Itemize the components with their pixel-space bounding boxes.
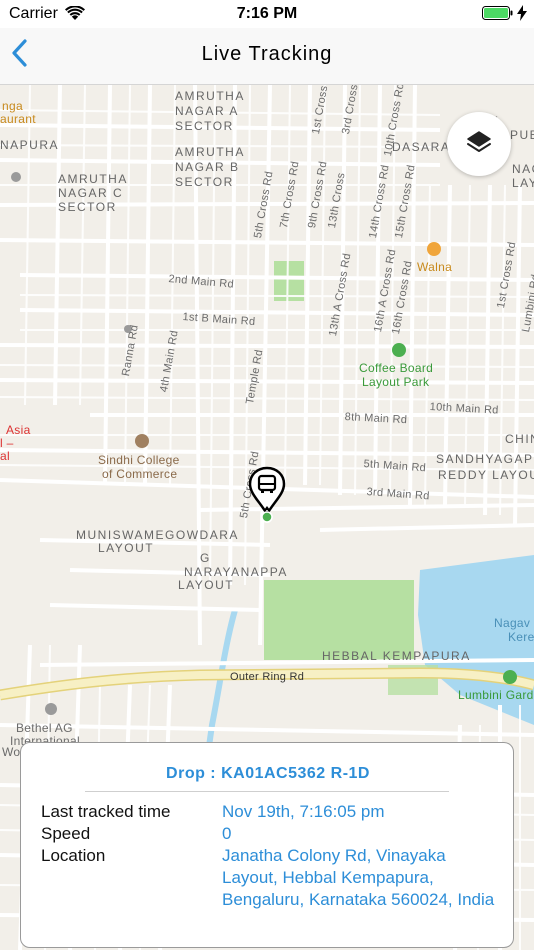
poi-label: aurant: [0, 112, 36, 126]
layers-icon: [467, 131, 491, 152]
area-label: LAY: [512, 176, 534, 190]
info-value: Janatha Colony Rd, Vinayaka Layout, Hebb…: [222, 846, 495, 909]
poi-label: Wo: [2, 745, 21, 759]
area-label: HEBBAL KEMPAPURA: [322, 649, 471, 663]
navigation-bar: Live Tracking: [0, 28, 534, 85]
area-label: SANDHYAGAPP: [436, 452, 534, 466]
area-label: SECTOR: [175, 119, 234, 133]
area-label: NAGA: [512, 162, 534, 176]
battery-icon: [482, 6, 514, 26]
bus-marker-icon[interactable]: [248, 466, 286, 524]
info-value: Nov 19th, 7:16:05 pm: [222, 802, 385, 821]
area-label: PUBLI: [510, 128, 534, 142]
status-bar: Carrier 7:16 PM: [0, 0, 534, 28]
area-label: SECTOR: [175, 175, 234, 189]
page-title: Live Tracking: [201, 43, 333, 65]
area-label: G: [200, 551, 211, 565]
poi-label: Coffee Board: [359, 361, 434, 375]
info-key: Last tracked time: [41, 802, 171, 821]
poi-label: Walna: [417, 260, 453, 274]
poi-label: al: [0, 449, 10, 463]
info-value: 0: [222, 824, 232, 843]
area-label: CHIN: [505, 432, 534, 446]
poi-label: Layout Park: [362, 375, 430, 389]
area-label: SECTOR: [58, 200, 117, 214]
map-layers-button[interactable]: [447, 112, 511, 176]
area-label: LAYOUT: [178, 578, 235, 592]
area-label: NAGAR C: [58, 186, 124, 200]
area-label: AMRUTHA: [175, 89, 245, 103]
route-title: Drop : KA01AC5362 R-1D: [166, 765, 370, 782]
info-key: Speed: [41, 824, 91, 843]
tracking-info-card: Drop : KA01AC5362 R-1D Last tracked time…: [20, 742, 514, 948]
area-label: LAYOUT: [98, 541, 155, 555]
info-key: Location: [41, 846, 106, 865]
poi-label: Kere: [508, 630, 534, 644]
poi-label: Sindhi College: [98, 453, 180, 467]
road-label: Outer Ring Rd: [230, 671, 305, 683]
divider: [85, 791, 449, 792]
area-label: NAPURA: [0, 138, 60, 152]
area-label: NAGAR B: [175, 160, 240, 174]
status-time: 7:16 PM: [236, 5, 298, 22]
area-label: NAGAR A: [175, 104, 239, 118]
charging-bolt-icon: [517, 5, 527, 26]
area-label: REDDY LAYOU: [438, 468, 534, 482]
poi-label: Lumbini Gard: [458, 688, 534, 702]
area-label: AMRUTHA: [58, 172, 128, 186]
poi-label: Nagav: [494, 616, 531, 630]
poi-label: of Commerce: [102, 467, 178, 481]
area-label: AMRUTHA: [175, 145, 245, 159]
